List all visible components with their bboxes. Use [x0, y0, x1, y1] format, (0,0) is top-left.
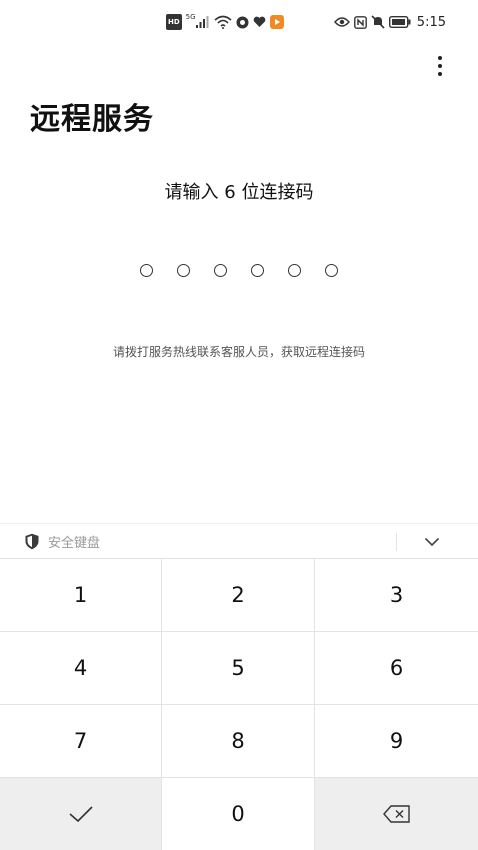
more-vertical-icon[interactable]: [428, 52, 452, 80]
divider: [396, 533, 397, 551]
hint-text: 请拨打服务热线联系客服人员，获取远程连接码: [112, 345, 365, 359]
key-6[interactable]: 6: [315, 632, 478, 705]
status-bar-left: HD 5G: [166, 14, 284, 30]
battery-icon: [388, 14, 411, 30]
key-4[interactable]: 4: [0, 632, 162, 705]
key-3[interactable]: 3: [315, 559, 478, 632]
heart-icon: [253, 14, 266, 30]
key-5[interactable]: 5: [162, 632, 315, 705]
confirm-key[interactable]: [0, 778, 162, 850]
secure-keyboard-label: 安全键盘: [48, 535, 101, 551]
code-digit-slot: [214, 264, 227, 277]
eye-icon: [333, 14, 350, 30]
delete-key[interactable]: [315, 778, 478, 850]
hd-icon: HD: [166, 14, 182, 30]
mute-icon: [371, 14, 385, 30]
app-icon: [236, 14, 249, 30]
backspace-icon: [382, 805, 411, 823]
key-2[interactable]: 2: [162, 559, 315, 632]
numeric-keypad: 1 2 3 4 5 6 7 8 9 0: [0, 558, 478, 850]
signal-icon: 5G: [186, 14, 210, 30]
check-icon: [68, 805, 94, 823]
status-bar: HD 5G 5:15: [0, 0, 478, 46]
key-8[interactable]: 8: [162, 705, 315, 778]
key-0[interactable]: 0: [162, 778, 315, 850]
clock: 5:15: [416, 14, 446, 30]
wifi-icon: [214, 14, 232, 30]
key-9[interactable]: 9: [315, 705, 478, 778]
code-prompt: 请输入 6 位连接码: [164, 182, 314, 203]
code-input[interactable]: [0, 264, 478, 277]
notification-icon: [269, 14, 284, 30]
nfc-icon: [353, 14, 367, 30]
code-digit-slot: [325, 264, 338, 277]
key-1[interactable]: 1: [0, 559, 162, 632]
chevron-down-icon[interactable]: [418, 530, 446, 554]
code-digit-slot: [140, 264, 153, 277]
key-7[interactable]: 7: [0, 705, 162, 778]
shield-icon: [24, 533, 40, 550]
network-type: 5G: [185, 13, 196, 21]
code-digit-slot: [288, 264, 301, 277]
page-title: 远程服务: [30, 102, 154, 137]
status-bar-right: 5:15: [333, 14, 446, 30]
code-digit-slot: [251, 264, 264, 277]
secure-keyboard-bar: 安全键盘: [0, 523, 478, 558]
code-digit-slot: [177, 264, 190, 277]
